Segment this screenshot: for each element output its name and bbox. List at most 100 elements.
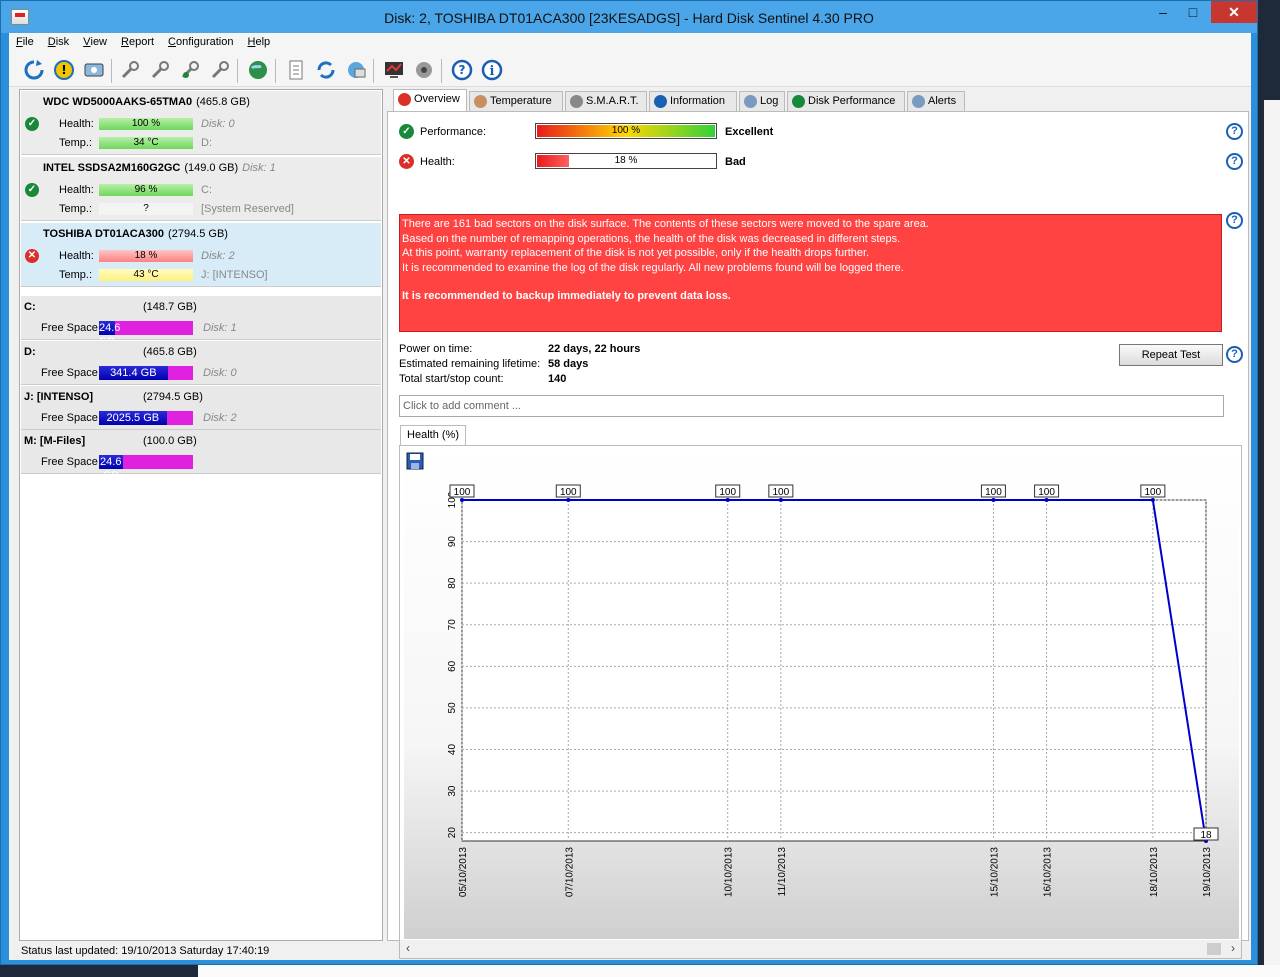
lifetime-label: Estimated remaining lifetime: [399, 358, 541, 370]
tab-information[interactable]: Information [649, 91, 737, 111]
network-icon[interactable] [343, 57, 369, 83]
data-label: 100 [985, 487, 1002, 498]
startstop-label: Total start/stop count: [399, 373, 504, 385]
disk-card[interactable]: INTEL SSDSA2M160G2GC (149.0 GB) Disk: 1 ✓ He… [21, 157, 381, 221]
tab-log[interactable]: Log [739, 91, 785, 111]
status-bad-icon: ✕ [25, 249, 39, 263]
menu-item[interactable]: Report [114, 33, 161, 51]
volume-name: C: [24, 301, 36, 313]
health-help-icon[interactable]: ? [1226, 153, 1243, 170]
x-tick-label: 19/10/2013 [1202, 847, 1213, 897]
comment-input[interactable]: Click to add comment ... [399, 395, 1224, 417]
menu-item[interactable]: Configuration [161, 33, 240, 51]
close-button[interactable]: ✕ [1211, 1, 1257, 23]
tab-disk-performance-icon [792, 95, 805, 108]
free-space-bar: 341.4 GB [99, 366, 193, 380]
refresh-icon[interactable] [21, 57, 47, 83]
disk-size: (465.8 GB) [196, 96, 250, 108]
menu-mnemonic: H [247, 36, 256, 48]
wrench-settings-icon[interactable] [207, 57, 233, 83]
report-icon[interactable] [283, 57, 309, 83]
disk-card[interactable]: TOSHIBA DT01ACA300 (2794.5 GB) ✕ Health: 18 … [21, 223, 381, 287]
background-window-edge [1264, 100, 1280, 970]
title-bar[interactable]: Disk: 2, TOSHIBA DT01ACA300 [23KESADGS] … [1, 1, 1257, 33]
y-tick-label: 30 [447, 785, 458, 797]
menu-mnemonic: C [168, 36, 176, 48]
background-taskbar-edge [198, 965, 1280, 977]
temp-label: Temp.: [59, 203, 93, 215]
volume-size: (465.8 GB) [143, 346, 197, 358]
health-chart-panel: 20 30 40 50 60 70 80 90 100 05/10/2013 07/10/2013 1… [399, 445, 1242, 959]
y-tick-label: 60 [447, 660, 458, 672]
scroll-thumb[interactable] [1207, 943, 1221, 955]
volume-name: J: [INTENSO] [24, 391, 94, 403]
repeat-test-help-icon[interactable]: ? [1226, 346, 1243, 363]
disk-icon[interactable] [81, 57, 107, 83]
tab-label: Disk Performance [808, 95, 896, 107]
info-icon[interactable]: i [479, 57, 505, 83]
tab-temperature-icon [474, 95, 487, 108]
tab-alerts[interactable]: Alerts [907, 91, 965, 111]
menu-item[interactable]: File [9, 33, 41, 51]
detail-panel: Overview Temperature S.M.A.R.T. Information… [387, 89, 1249, 959]
volume-card[interactable]: J: [INTENSO] (2794.5 GB) Free Space 2025.5 … [21, 386, 381, 430]
tab-disk-performance[interactable]: Disk Performance [787, 91, 905, 111]
health-bar: 100 % [99, 118, 193, 130]
power-on-label: Power on time: [399, 343, 473, 355]
wrench-icon[interactable] [117, 57, 143, 83]
scroll-right-icon[interactable]: › [1231, 941, 1235, 955]
repeat-test-button[interactable]: Repeat Test [1119, 344, 1223, 366]
data-label: 100 [773, 487, 790, 498]
minimize-button[interactable]: – [1149, 1, 1177, 23]
performance-bar: 100 % [535, 123, 717, 139]
sync-icon[interactable] [313, 57, 339, 83]
menu-item[interactable]: View [76, 33, 114, 51]
tab-temperature[interactable]: Temperature [469, 91, 563, 111]
free-space-value: 24.6 GB [99, 455, 123, 482]
globe-icon[interactable] [245, 57, 271, 83]
health-line-chart: 20 30 40 50 60 70 80 90 100 05/10/2013 07/10/2013 1… [447, 484, 1219, 897]
performance-help-icon[interactable]: ? [1226, 123, 1243, 140]
speaker-icon[interactable] [411, 57, 437, 83]
alert-help-icon[interactable]: ? [1226, 212, 1243, 229]
menu-item[interactable]: Disk [41, 33, 76, 51]
y-tick-label: 50 [447, 702, 458, 714]
toolbar: ! ? i [9, 53, 1251, 87]
chart-hscrollbar[interactable]: ‹ › [400, 940, 1241, 958]
svg-text:?: ? [459, 63, 466, 77]
free-space-bar: 24.6 GB [99, 455, 193, 482]
health-note: C: [201, 184, 212, 196]
app-window: Disk: 2, TOSHIBA DT01ACA300 [23KESADGS] … [0, 0, 1258, 965]
data-label: 100 [560, 487, 577, 498]
tab-label: Log [760, 95, 779, 107]
scroll-left-icon[interactable]: ‹ [406, 941, 410, 955]
free-space-label: Free Space [41, 322, 98, 334]
volume-card[interactable]: M: [M-Files] (100.0 GB) Free Space 24.6 GB [21, 430, 381, 482]
disk-card[interactable]: WDC WD5000AAKS-65TMA0 (465.8 GB) ✓ Health: 1… [21, 91, 381, 155]
free-space-bar: 2025.5 GB [99, 411, 193, 425]
performance-value: 100 % [611, 125, 641, 136]
monitor-icon[interactable] [381, 57, 407, 83]
tab-overview[interactable]: Overview [393, 89, 467, 111]
data-point [460, 498, 464, 502]
temperature-bar: 34 °C [99, 137, 193, 149]
volume-card[interactable]: D: (465.8 GB) Free Space 341.4 GB Disk: 0 [21, 341, 381, 385]
health-chart-tab[interactable]: Health (%) [400, 425, 466, 446]
volume-disk: Disk: 2 [203, 412, 237, 424]
tab-label: Temperature [490, 95, 552, 107]
menu-label: eport [128, 36, 155, 48]
wrench-refresh-icon[interactable] [147, 57, 173, 83]
alert-line: Based on the number of remapping operati… [402, 232, 901, 245]
maximize-button[interactable]: □ [1179, 1, 1207, 23]
tab-smart[interactable]: S.M.A.R.T. [565, 91, 647, 111]
health-bad-icon: ✕ [399, 154, 414, 169]
wrench-check-icon[interactable] [177, 57, 203, 83]
volume-card[interactable]: C: (148.7 GB) Free Space24.6 GB Disk: 1 [21, 296, 381, 348]
data-label: 100 [454, 487, 471, 498]
menu-item[interactable]: Help [241, 33, 278, 51]
warning-icon[interactable]: ! [51, 57, 77, 83]
menu-mnemonic: D [47, 36, 56, 48]
x-tick-label: 05/10/2013 [458, 847, 469, 897]
disk-name: TOSHIBA DT01ACA300 (2794.5 GB) [43, 228, 228, 240]
help-icon[interactable]: ? [449, 57, 475, 83]
